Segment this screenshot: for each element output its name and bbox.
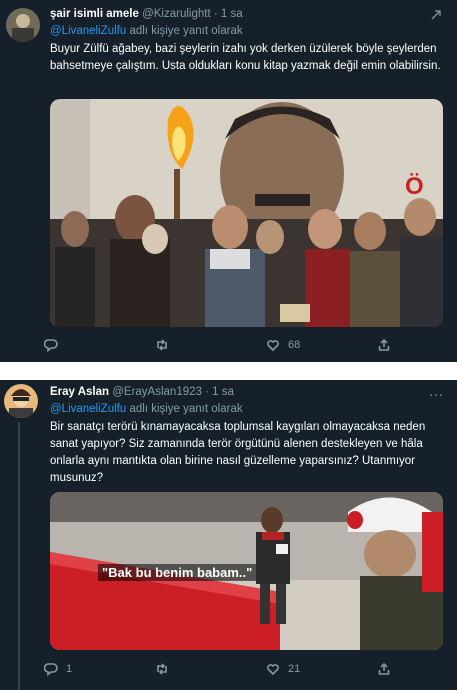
tweet-header: Eray Aslan @ErayAslan1923 · 1 sa bbox=[50, 386, 234, 402]
retweet-icon bbox=[157, 663, 167, 675]
reply-mention-link[interactable]: @LivaneliZulfu bbox=[50, 25, 126, 37]
like-count: 21 bbox=[288, 663, 301, 675]
reply-button[interactable]: 1 bbox=[44, 662, 114, 676]
reply-context: @LivaneliZulfu adlı kişiye yanıt olarak bbox=[50, 403, 243, 415]
author-name[interactable]: şair isimli amele bbox=[50, 8, 139, 20]
heart-icon bbox=[267, 340, 279, 352]
separator: · bbox=[205, 386, 209, 398]
tweet-2[interactable]: Eray Aslan @ErayAslan1923 · 1 sa ··· @Li… bbox=[0, 380, 457, 690]
tweet-actions: 68 bbox=[44, 336, 397, 354]
reply-button[interactable] bbox=[44, 338, 114, 352]
like-button[interactable]: 68 bbox=[266, 338, 336, 352]
svg-text:Ö: Ö bbox=[405, 173, 424, 200]
share-icon bbox=[378, 662, 390, 675]
like-button[interactable]: 21 bbox=[266, 662, 336, 676]
reply-icon bbox=[44, 339, 58, 352]
reply-context: @LivaneliZulfu adlı kişiye yanıt olarak bbox=[50, 25, 243, 37]
share-icon bbox=[378, 338, 390, 351]
timestamp[interactable]: 1 sa bbox=[212, 386, 234, 398]
author-handle[interactable]: @Kizarulightt bbox=[142, 8, 211, 20]
avatar[interactable] bbox=[6, 8, 40, 42]
reply-mention-link[interactable]: @LivaneliZulfu bbox=[50, 403, 126, 415]
retweet-button[interactable] bbox=[155, 338, 225, 352]
separator: · bbox=[213, 8, 218, 20]
thread-line bbox=[18, 422, 20, 690]
retweet-button[interactable] bbox=[155, 662, 225, 676]
author-handle[interactable]: @ErayAslan1923 bbox=[112, 386, 202, 398]
reply-icon bbox=[44, 663, 58, 676]
tweet-actions: 1 21 bbox=[44, 660, 397, 678]
reply-context-label: adlı kişiye yanıt olarak bbox=[129, 25, 243, 37]
share-button[interactable] bbox=[377, 662, 397, 676]
reply-count: 1 bbox=[66, 663, 73, 675]
retweet-icon bbox=[157, 339, 167, 351]
reply-context-label: adlı kişiye yanıt olarak bbox=[129, 403, 243, 415]
more-options-icon[interactable]: ··· bbox=[429, 386, 443, 402]
tweet-photo[interactable]: Ö bbox=[50, 99, 443, 327]
tweet-video[interactable]: "Bak bu benim babam.." bbox=[50, 492, 443, 650]
like-count: 68 bbox=[288, 339, 301, 351]
timestamp[interactable]: 1 sa bbox=[221, 8, 243, 20]
tweet-1[interactable]: şair isimli amele @Kizarulightt · 1 sa @… bbox=[0, 0, 457, 362]
share-button[interactable] bbox=[377, 338, 397, 352]
avatar[interactable] bbox=[4, 384, 38, 418]
expand-icon[interactable] bbox=[429, 8, 443, 22]
video-caption: "Bak bu benim babam.." bbox=[98, 564, 257, 581]
author-name[interactable]: Eray Aslan bbox=[50, 386, 109, 398]
tweet-header: şair isimli amele @Kizarulightt · 1 sa bbox=[50, 8, 243, 24]
tweet-text: Buyur Zülfü ağabey, bazi şeylerin izahı … bbox=[50, 43, 441, 72]
tweet-text: Bir sanatçı terörü kınamayacaksa toplums… bbox=[50, 421, 426, 484]
heart-icon bbox=[267, 664, 279, 676]
